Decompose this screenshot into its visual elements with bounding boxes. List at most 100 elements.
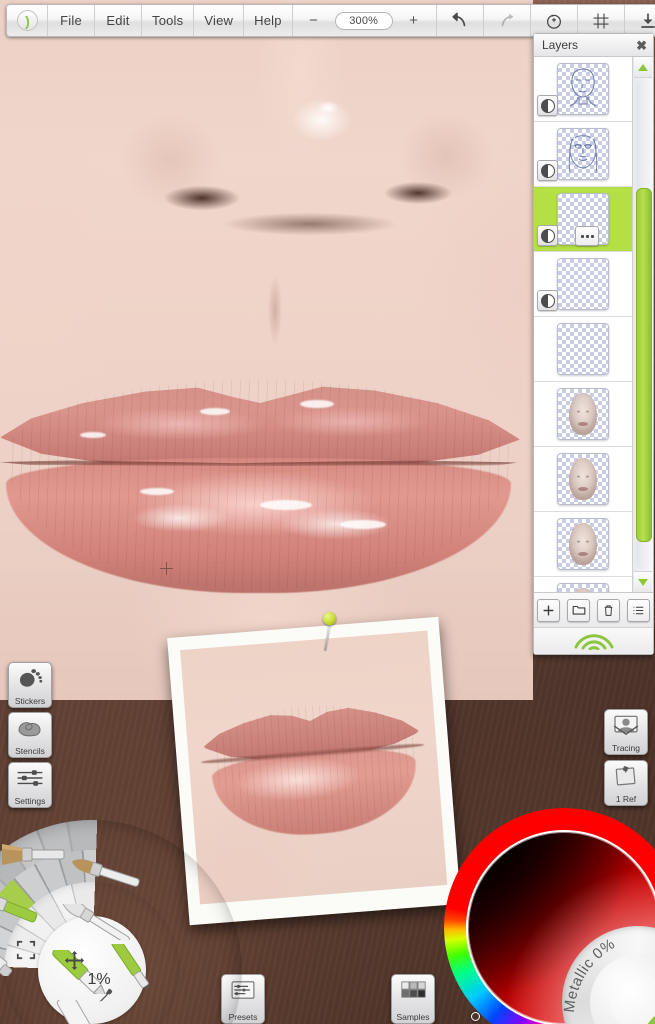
layer-visibility-toggle[interactable] bbox=[537, 225, 558, 246]
layer-thumbnail[interactable] bbox=[557, 63, 609, 115]
scrollbar-track[interactable] bbox=[636, 80, 652, 569]
layer-thumbnail[interactable] bbox=[557, 388, 609, 440]
chevron-up-icon bbox=[638, 63, 648, 71]
reference-button[interactable]: 1 Ref bbox=[604, 760, 648, 806]
green-handle-brush-icon bbox=[0, 896, 38, 923]
brush-opacity-value[interactable]: 1% bbox=[38, 916, 146, 1024]
folder-button[interactable] bbox=[567, 598, 591, 622]
zoom-level-text: 300% bbox=[334, 11, 393, 30]
metallic-label: Metallic 0% bbox=[561, 935, 618, 1013]
grid-button[interactable] bbox=[577, 5, 625, 36]
layer-visibility-toggle[interactable] bbox=[537, 290, 558, 311]
color-picker-handle[interactable] bbox=[471, 1012, 480, 1021]
scrollbar-thumb[interactable] bbox=[636, 187, 652, 542]
half-circle-icon bbox=[540, 98, 555, 113]
reset-rotation-icon bbox=[546, 14, 561, 29]
reset-rotation-button[interactable] bbox=[530, 5, 578, 36]
layer-render-thumbnail bbox=[569, 393, 597, 435]
zoom-in-button[interactable]: + bbox=[395, 5, 437, 36]
svg-text:Metallic 0%: Metallic 0% bbox=[562, 935, 618, 1013]
add-layer-button[interactable] bbox=[537, 598, 561, 622]
canvas-face-photo bbox=[0, 0, 533, 700]
layer-row[interactable] bbox=[534, 122, 632, 187]
app-wave-logo-icon bbox=[574, 633, 613, 650]
dot bbox=[590, 234, 594, 238]
stickers-label: Stickers bbox=[14, 696, 46, 706]
brush-cursor bbox=[160, 562, 173, 575]
tracing-button[interactable]: Tracing bbox=[604, 709, 648, 755]
layer-row[interactable] bbox=[534, 512, 632, 577]
menu-file[interactable]: File bbox=[48, 5, 95, 36]
folder-icon bbox=[572, 605, 586, 615]
menu-edit[interactable]: Edit bbox=[95, 5, 142, 36]
layers-panel-title: Layers bbox=[542, 38, 579, 52]
menu-help[interactable]: Help bbox=[244, 5, 293, 36]
half-circle-icon bbox=[540, 163, 555, 178]
stencil-swirl-icon bbox=[16, 715, 44, 741]
redo-button[interactable] bbox=[483, 5, 531, 36]
layer-visibility-toggle[interactable] bbox=[537, 95, 558, 116]
layers-panel-titlebar: Layers ✖ bbox=[534, 34, 653, 57]
menu-tools[interactable]: Tools bbox=[142, 5, 195, 36]
sketch-head-outline-icon bbox=[569, 68, 597, 107]
layer-row[interactable] bbox=[534, 447, 632, 512]
color-wheel[interactable]: Metallic 0% bbox=[444, 808, 655, 1024]
zoom-value-field[interactable]: 300% bbox=[331, 5, 396, 36]
samples-button[interactable]: Samples bbox=[391, 974, 435, 1024]
layer-menu-button[interactable] bbox=[575, 226, 599, 246]
samples-label: Samples bbox=[396, 1012, 430, 1022]
grid-icon bbox=[593, 13, 609, 28]
layer-thumbnail[interactable] bbox=[557, 128, 609, 180]
layer-thumbnail[interactable] bbox=[557, 453, 609, 505]
undo-button[interactable] bbox=[436, 5, 484, 36]
half-circle-icon bbox=[540, 293, 555, 308]
scroll-up-button[interactable] bbox=[634, 57, 652, 78]
layer-render-thumbnail bbox=[569, 523, 597, 565]
app-logo-glyph: ) bbox=[25, 12, 30, 29]
list-icon bbox=[632, 606, 643, 614]
marquee-select-icon[interactable] bbox=[12, 936, 40, 964]
delete-layer-button[interactable] bbox=[596, 598, 620, 622]
app-root: ) File Edit Tools View Help − 300% + Lay… bbox=[0, 0, 655, 1024]
zoom-in-label: + bbox=[409, 12, 419, 29]
zoom-out-button[interactable]: − bbox=[292, 5, 332, 36]
zoom-out-label: − bbox=[309, 12, 319, 29]
dot bbox=[580, 234, 584, 238]
stencils-button[interactable]: Stencils bbox=[8, 712, 52, 758]
layer-row[interactable] bbox=[534, 382, 632, 447]
layers-toolbar bbox=[534, 592, 653, 627]
scroll-down-button[interactable] bbox=[634, 571, 652, 592]
save-button[interactable] bbox=[624, 5, 655, 36]
brush-wheel[interactable]: T 1% bbox=[0, 820, 242, 1024]
app-logo-icon: ) bbox=[16, 10, 38, 31]
sliders-icon bbox=[16, 765, 44, 791]
layer-thumbnail[interactable] bbox=[557, 323, 609, 375]
layer-thumbnail[interactable] bbox=[557, 258, 609, 310]
layer-options-button[interactable] bbox=[626, 598, 650, 622]
layers-panel: Layers ✖ bbox=[533, 33, 654, 655]
layer-row[interactable] bbox=[534, 317, 632, 382]
app-logo-button[interactable]: ) bbox=[7, 5, 48, 36]
redo-icon bbox=[501, 13, 513, 26]
layer-thumbnail[interactable] bbox=[557, 518, 609, 570]
push-pin[interactable] bbox=[320, 612, 342, 652]
app-wave-logo-icon[interactable] bbox=[640, 1004, 655, 1024]
stickers-button[interactable]: Stickers bbox=[8, 662, 52, 708]
layer-row[interactable] bbox=[534, 187, 632, 252]
layers-list[interactable] bbox=[534, 57, 632, 592]
layers-scrollbar[interactable] bbox=[632, 57, 653, 592]
stencils-label: Stencils bbox=[15, 746, 45, 756]
settings-label: Settings bbox=[14, 796, 46, 806]
dot bbox=[585, 234, 589, 238]
tracing-image-icon bbox=[612, 712, 640, 738]
close-icon[interactable]: ✖ bbox=[636, 39, 647, 52]
layer-thumbnail[interactable] bbox=[557, 583, 609, 592]
menu-view[interactable]: View bbox=[194, 5, 245, 36]
pin-head bbox=[323, 612, 336, 625]
layer-row[interactable] bbox=[534, 57, 632, 122]
layer-row[interactable] bbox=[534, 577, 632, 592]
settings-button[interactable]: Settings bbox=[8, 762, 52, 808]
layer-visibility-toggle[interactable] bbox=[537, 160, 558, 181]
layer-row[interactable] bbox=[534, 252, 632, 317]
pin-needle bbox=[324, 622, 331, 651]
